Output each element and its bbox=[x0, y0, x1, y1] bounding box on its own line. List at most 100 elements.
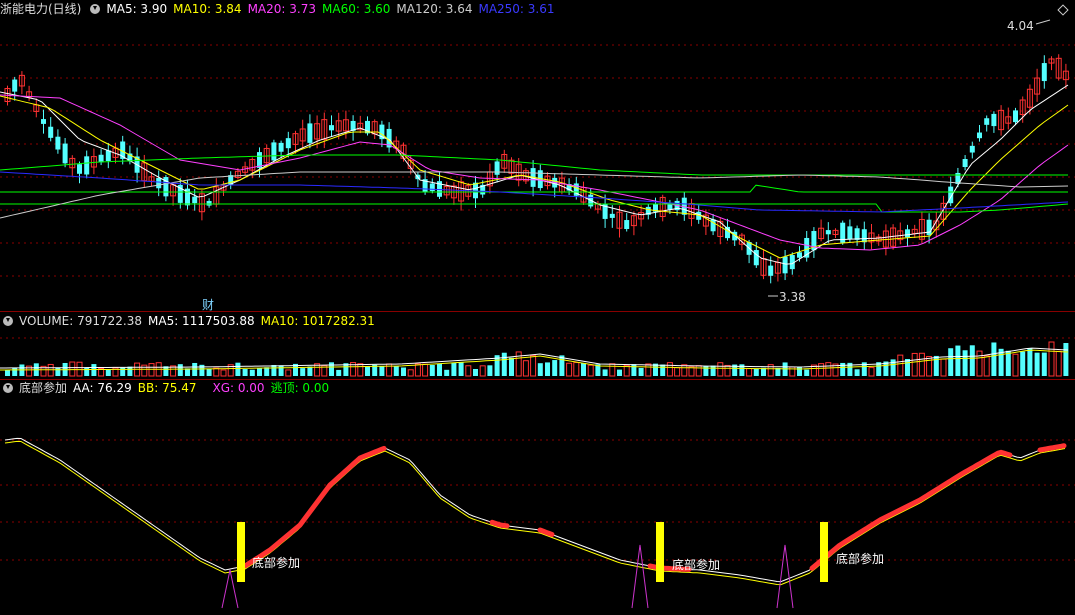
volume-bar bbox=[674, 367, 681, 377]
volume-bar bbox=[235, 362, 241, 376]
candle-body bbox=[984, 118, 990, 125]
candle-body bbox=[1013, 110, 1018, 123]
volume-bar bbox=[1005, 350, 1011, 376]
volume-bar bbox=[911, 352, 918, 377]
signal-label-2: 底部参加 bbox=[672, 558, 721, 572]
volume-bar bbox=[969, 345, 975, 376]
candle-body bbox=[12, 79, 18, 92]
volume-bar bbox=[487, 365, 493, 376]
volume-bar bbox=[444, 369, 450, 376]
volume-bar bbox=[695, 365, 702, 377]
rising-segment bbox=[489, 519, 510, 529]
volume-bar bbox=[617, 369, 622, 376]
indicator-name: 底部参加 bbox=[19, 381, 68, 395]
volume-bar bbox=[717, 362, 724, 377]
volume-bar bbox=[407, 369, 414, 377]
indicator-chart bbox=[0, 437, 1075, 609]
candle-body bbox=[55, 136, 61, 150]
candle-body bbox=[41, 119, 46, 124]
volume-value: VOLUME: 791722.38 bbox=[19, 314, 142, 328]
volume-bar bbox=[638, 367, 644, 376]
dropdown-icon[interactable] bbox=[3, 383, 13, 393]
volume-bar bbox=[1041, 352, 1047, 376]
volume-bar bbox=[681, 364, 688, 377]
volume-bar bbox=[177, 364, 183, 376]
candle-body bbox=[494, 161, 500, 175]
candle-body bbox=[98, 154, 104, 163]
volume-ma10: MA10: 1017282.31 bbox=[260, 314, 375, 328]
candle-body bbox=[753, 250, 759, 266]
volume-bar bbox=[753, 368, 759, 376]
escape-value: 逃顶: 0.00 bbox=[270, 381, 330, 395]
candle-body bbox=[861, 229, 867, 243]
volume-bar bbox=[545, 362, 550, 376]
indicator-header: 底部参加 AA: 76.29 BB: 75.47 XG: 0.00 逃顶: 0.00 bbox=[0, 380, 335, 396]
volume-ma5: MA5: 1117503.88 bbox=[148, 314, 255, 328]
signal-bar bbox=[237, 522, 245, 582]
volume-bar bbox=[206, 368, 212, 376]
volume-bar bbox=[645, 363, 652, 377]
volume-bar bbox=[1055, 350, 1062, 377]
volume-bar bbox=[976, 350, 983, 377]
volume-bar bbox=[918, 352, 925, 377]
volume-bar bbox=[789, 366, 796, 377]
signal-bar bbox=[820, 522, 828, 582]
volume-bar bbox=[948, 348, 954, 376]
candle-body bbox=[48, 126, 54, 138]
volume-bar bbox=[1012, 353, 1019, 377]
price-header: 浙能电力(日线) MA5: 3.90 MA10: 3.84 MA20: 3.73 MA6… bbox=[0, 1, 561, 17]
volume-bar bbox=[955, 345, 961, 376]
rising-segment bbox=[237, 445, 387, 570]
volume-bar bbox=[1027, 348, 1033, 376]
volume-bar bbox=[1034, 352, 1040, 376]
candle-body bbox=[847, 226, 853, 240]
volume-bar bbox=[379, 366, 385, 376]
candle-body bbox=[285, 138, 291, 149]
candle-body bbox=[969, 145, 975, 153]
volume-bar bbox=[926, 355, 933, 377]
volume-bar bbox=[393, 366, 399, 376]
candle-body bbox=[962, 159, 968, 168]
candle-body bbox=[429, 183, 435, 192]
volume-bar bbox=[465, 365, 472, 377]
dropdown-icon[interactable] bbox=[3, 316, 13, 326]
volume-bar bbox=[703, 365, 709, 376]
bb-value: BB: 75.47 bbox=[137, 381, 197, 395]
volume-bar bbox=[307, 366, 313, 376]
candle-body bbox=[797, 252, 802, 258]
volume-header: VOLUME: 791722.38 MA5: 1117503.88 MA10: 10… bbox=[0, 313, 381, 329]
xg-spike bbox=[221, 569, 239, 609]
ma10-value: MA10: 3.84 bbox=[173, 2, 242, 16]
volume-bar bbox=[257, 367, 262, 376]
candle-body bbox=[624, 220, 630, 229]
volume-bar bbox=[429, 365, 435, 376]
candle-body bbox=[156, 177, 162, 189]
volume-bar bbox=[552, 360, 558, 376]
stock-title: 浙能电力(日线) bbox=[0, 2, 82, 16]
volume-bar bbox=[141, 364, 148, 377]
volume-bar bbox=[631, 364, 637, 376]
xg-spike bbox=[631, 544, 649, 609]
signal-bar bbox=[656, 522, 664, 582]
ma60-value: MA60: 3.60 bbox=[322, 2, 391, 16]
volume-bar bbox=[746, 368, 753, 377]
candle-body bbox=[84, 156, 90, 175]
signal-label-1: 底部参加 bbox=[252, 556, 301, 570]
volume-bar bbox=[55, 367, 61, 376]
volume-bar bbox=[91, 364, 97, 376]
volume-bar bbox=[473, 368, 478, 376]
price-chart bbox=[0, 19, 1075, 297]
dropdown-icon[interactable] bbox=[90, 4, 101, 14]
candle-body bbox=[105, 150, 111, 161]
volume-bar bbox=[422, 363, 429, 377]
volume-bar bbox=[300, 368, 306, 376]
volume-bar bbox=[962, 350, 968, 376]
volume-bar bbox=[940, 358, 947, 377]
low-price-label: 3.38 bbox=[779, 290, 806, 304]
candle-body bbox=[62, 143, 68, 164]
high-marker-arrow bbox=[1035, 19, 1051, 25]
candle-body bbox=[192, 196, 198, 204]
candle-body bbox=[825, 230, 831, 235]
ma250-value: MA250: 3.61 bbox=[478, 2, 555, 16]
candle-body bbox=[977, 132, 982, 139]
